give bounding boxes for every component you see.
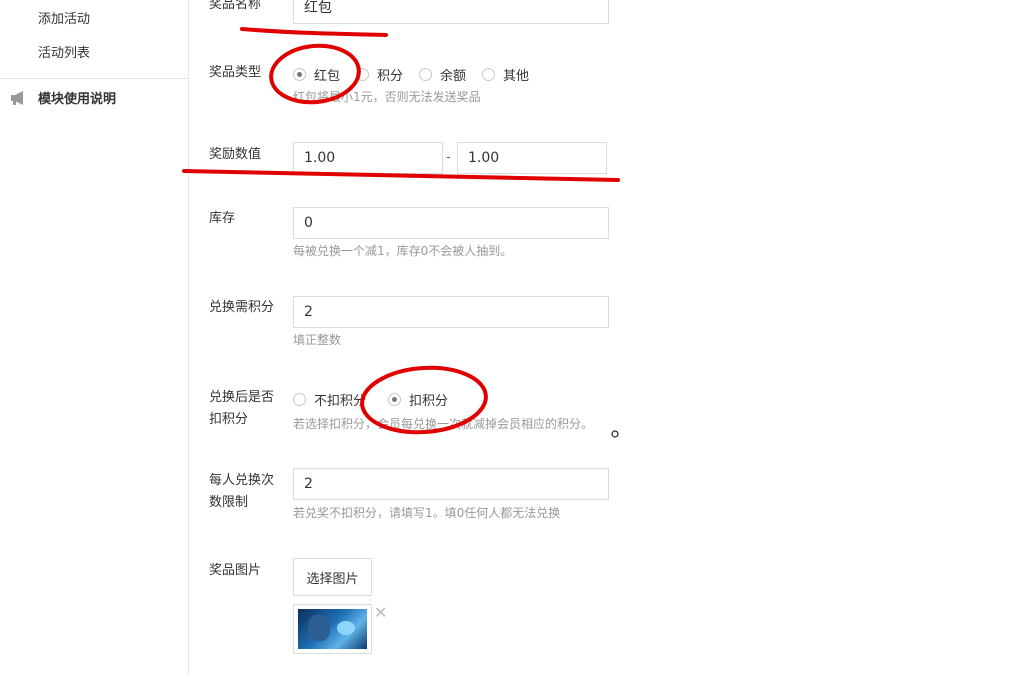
select-image-button[interactable]: 选择图片: [293, 558, 372, 596]
prize-type-option-hongbao[interactable]: 红包: [293, 65, 340, 84]
deduct-points-help: 若选择扣积分，会员每兑换一次就减掉会员相应的积分。: [293, 417, 594, 431]
deduct-points-radio-group: 不扣积分 扣积分: [293, 390, 464, 409]
reward-min-input[interactable]: 1.00: [293, 142, 443, 174]
remove-image-icon[interactable]: ✕: [374, 605, 387, 621]
exchange-limit-input[interactable]: 2: [293, 468, 609, 500]
radio-label: 其他: [503, 69, 530, 84]
radio-label: 不扣积分: [314, 394, 367, 409]
reward-value-label: 奖励数值: [209, 147, 262, 162]
deduct-points-label-line2: 扣积分: [209, 412, 249, 427]
megaphone-icon: [11, 90, 23, 105]
prize-type-radio-group: 红包 积分 余额 其他: [293, 65, 545, 84]
stock-input[interactable]: 0: [293, 207, 609, 239]
radio-checked-icon: [293, 68, 306, 81]
annotation-underline-prize-name: [240, 27, 388, 37]
radio-label: 扣积分: [409, 394, 449, 409]
sidebar-section-module-help[interactable]: 模块使用说明: [10, 88, 116, 107]
exchange-limit-label-line1: 每人兑换次: [209, 473, 275, 488]
range-separator: -: [446, 150, 451, 165]
sidebar: 添加活动 活动列表 模块使用说明: [0, 0, 189, 674]
exchange-limit-help: 若兑奖不扣积分，请填写1。填0任何人都无法兑换: [293, 506, 561, 520]
prize-type-option-points[interactable]: 积分: [356, 65, 403, 84]
prize-image-label: 奖品图片: [209, 563, 262, 578]
radio-checked-icon: [388, 393, 402, 406]
exchange-limit-label-line2: 数限制: [209, 495, 249, 510]
radio-label: 余额: [440, 69, 467, 84]
sidebar-divider: [0, 78, 188, 79]
radio-unchecked-icon: [356, 68, 370, 81]
sidebar-item-add-activity[interactable]: 添加活动: [38, 8, 90, 27]
reward-max-input[interactable]: 1.00: [457, 142, 607, 174]
sidebar-item-activity-list[interactable]: 活动列表: [38, 42, 90, 61]
deduct-option-yes[interactable]: 扣积分: [388, 390, 448, 409]
sidebar-section-label: 模块使用说明: [38, 92, 117, 107]
radio-unchecked-icon: [419, 68, 433, 81]
prize-name-label: 奖品名称: [209, 0, 262, 12]
radio-label: 积分: [377, 69, 404, 84]
radio-unchecked-icon: [482, 68, 496, 81]
deduct-points-label-line1: 兑换后是否: [209, 390, 275, 405]
prize-type-option-other[interactable]: 其他: [482, 65, 529, 84]
prize-type-help: 红包将最小1元，否则无法发送奖品: [293, 90, 481, 104]
points-required-input[interactable]: 2: [293, 296, 609, 328]
stock-help: 每被兑换一个减1，库存0不会被人抽到。: [293, 244, 513, 258]
radio-unchecked-icon: [293, 393, 306, 406]
points-required-help: 填正整数: [293, 333, 342, 347]
cursor-mark: [611, 430, 619, 438]
deduct-option-no[interactable]: 不扣积分: [293, 390, 366, 409]
stock-label: 库存: [209, 211, 236, 226]
image-thumbnail-frame: [293, 604, 372, 654]
prize-type-label: 奖品类型: [209, 65, 262, 80]
points-required-label: 兑换需积分: [209, 300, 275, 315]
radio-label: 红包: [314, 69, 341, 84]
prize-name-input[interactable]: 红包: [293, 0, 609, 24]
prize-image-thumbnail: [298, 609, 367, 649]
prize-type-option-balance[interactable]: 余额: [419, 65, 466, 84]
